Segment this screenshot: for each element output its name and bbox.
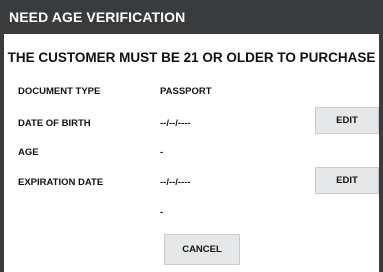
expiration-date-label: EXPIRATION DATE — [18, 177, 104, 188]
document-type-value: PASSPORT — [160, 86, 212, 97]
cancel-button[interactable]: CANCEL — [164, 234, 240, 265]
age-label: AGE — [18, 147, 39, 158]
age-requirement-message: THE CUSTOMER MUST BE 21 OR OLDER TO PURC… — [7, 50, 376, 65]
dialog-title: NEED AGE VERIFICATION — [0, 0, 383, 34]
age-value: - — [160, 147, 164, 158]
document-type-label: DOCUMENT TYPE — [18, 86, 101, 97]
edit-date-of-birth-button[interactable]: EDIT — [315, 107, 379, 134]
date-of-birth-label: DATE OF BIRTH — [18, 118, 91, 129]
edit-expiration-date-button[interactable]: EDIT — [315, 167, 379, 194]
age-verification-dialog: NEED AGE VERIFICATION THE CUSTOMER MUST … — [0, 0, 383, 272]
expiration-date-value: --/--/---- — [160, 177, 191, 188]
extra-value: - — [160, 207, 164, 218]
dialog-body: THE CUSTOMER MUST BE 21 OR OLDER TO PURC… — [4, 34, 379, 272]
date-of-birth-value: --/--/---- — [160, 118, 191, 129]
